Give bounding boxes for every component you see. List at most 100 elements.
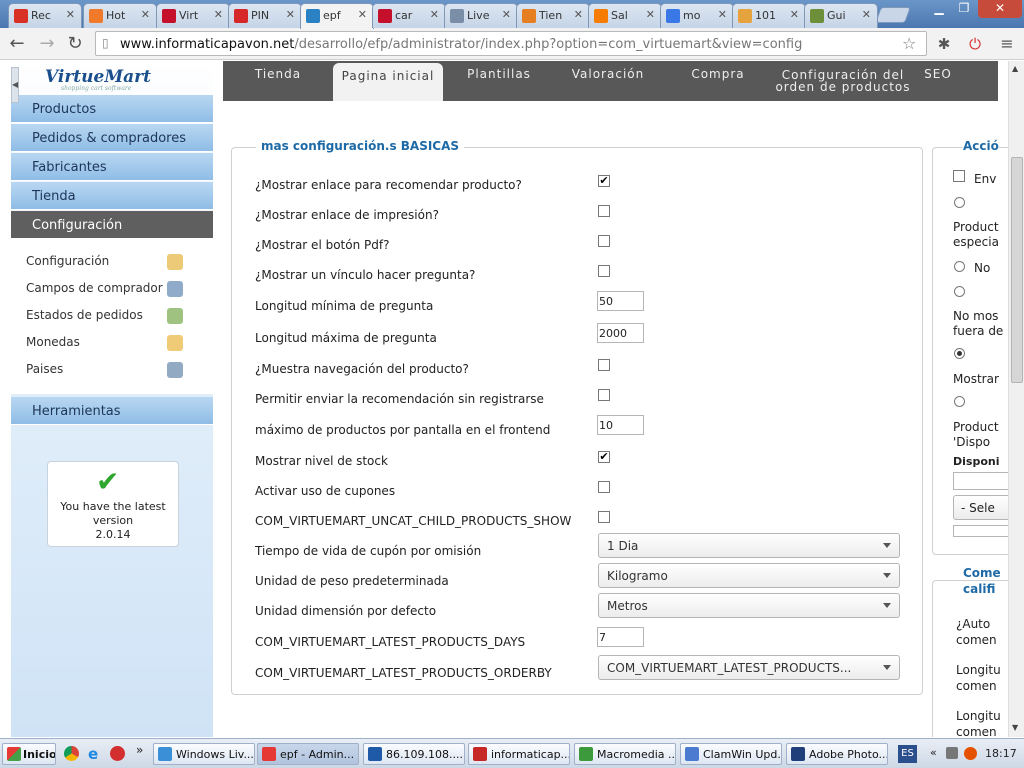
config-tab[interactable]: Valoración: [553, 61, 663, 101]
close-window-button[interactable]: ✕: [978, 0, 1022, 18]
adblock-icon[interactable]: ⏻: [964, 33, 986, 55]
scroll-down-icon[interactable]: ▼: [1012, 723, 1018, 732]
minimize-button[interactable]: ▁: [928, 0, 950, 18]
disponible-radio[interactable]: [954, 396, 965, 407]
close-tab-icon[interactable]: ✕: [358, 8, 367, 21]
close-tab-icon[interactable]: ✕: [141, 8, 150, 21]
forward-arrow-icon[interactable]: →: [36, 33, 58, 55]
config-tab[interactable]: SEO: [913, 61, 963, 101]
close-tab-icon[interactable]: ✕: [790, 8, 799, 21]
browser-tab[interactable]: Rec ✕: [8, 3, 82, 28]
menu-icon[interactable]: ≡: [996, 33, 1018, 55]
close-tab-icon[interactable]: ✕: [66, 8, 75, 21]
sidebar-menu-2[interactable]: Pedidos & compradores: [11, 124, 213, 152]
setting-checkbox[interactable]: [598, 481, 610, 493]
mostrar-radio[interactable]: [954, 348, 965, 359]
maximize-button[interactable]: ❐: [952, 0, 976, 18]
close-tab-icon[interactable]: ✕: [718, 8, 727, 21]
close-tab-icon[interactable]: ✕: [286, 8, 295, 21]
setting-checkbox[interactable]: [598, 265, 610, 277]
browser-tab[interactable]: car ✕: [372, 3, 446, 28]
quicklaunch-more-icon[interactable]: »: [136, 743, 143, 757]
config-tab[interactable]: Compra: [663, 61, 773, 101]
close-tab-icon[interactable]: ✕: [214, 8, 223, 21]
browser-tab[interactable]: Tien ✕: [516, 3, 590, 28]
submenu-item[interactable]: Paises: [11, 356, 213, 383]
setting-checkbox[interactable]: ✔: [598, 175, 610, 187]
sidebar-menu-4[interactable]: Tienda: [11, 182, 213, 210]
browser-tab[interactable]: epf ✕: [300, 3, 374, 29]
sidebar-menu-tools[interactable]: Herramientas: [11, 397, 213, 425]
submenu-item[interactable]: Monedas: [11, 329, 213, 356]
close-tab-icon[interactable]: ✕: [862, 8, 871, 21]
setting-checkbox[interactable]: [598, 359, 610, 371]
config-tab[interactable]: Configuración del orden de productos: [773, 61, 913, 101]
nomos-radio[interactable]: [954, 286, 965, 297]
bookmark-star-icon[interactable]: ☆: [902, 34, 916, 53]
sidebar-collapse-handle[interactable]: ◀: [11, 67, 19, 103]
scroll-up-icon[interactable]: ▲: [1012, 64, 1018, 73]
setting-checkbox[interactable]: ✔: [598, 451, 610, 463]
start-button[interactable]: Inicio: [2, 743, 56, 765]
setting-select[interactable]: Metros: [598, 593, 900, 618]
submenu-item[interactable]: Campos de comprador: [11, 275, 213, 302]
taskbar-item[interactable]: Adobe Photo...: [786, 743, 888, 765]
taskbar-item[interactable]: ClamWin Upd...: [680, 743, 782, 765]
config-tab[interactable]: Pagina inicial: [333, 63, 443, 101]
submenu-item[interactable]: Configuración: [11, 248, 213, 275]
config-tab[interactable]: Tienda: [223, 61, 333, 101]
scrollbar-thumb[interactable]: [1011, 157, 1023, 383]
browser-tab[interactable]: Gui ✕: [804, 3, 878, 28]
browser-tab[interactable]: Sal ✕: [588, 3, 662, 28]
ie-icon[interactable]: e: [88, 745, 98, 763]
reload-icon[interactable]: ↻: [64, 33, 86, 55]
close-tab-icon[interactable]: ✕: [574, 8, 583, 21]
taskbar-item[interactable]: Macromedia ...: [574, 743, 676, 765]
back-arrow-icon[interactable]: ←: [6, 33, 28, 55]
browser-tab[interactable]: Hot ✕: [83, 3, 157, 28]
setting-select[interactable]: COM_VIRTUEMART_LATEST_PRODUCTS...: [598, 655, 900, 680]
submenu-item[interactable]: Estados de pedidos: [11, 302, 213, 329]
setting-checkbox[interactable]: [598, 235, 610, 247]
special-radio[interactable]: [954, 197, 965, 208]
config-tab[interactable]: Plantillas: [444, 61, 554, 101]
browser-tab[interactable]: 101 ✕: [732, 3, 806, 28]
sidebar-menu-5[interactable]: Configuración: [11, 211, 213, 239]
network-icon[interactable]: [946, 747, 958, 759]
address-bar[interactable]: ▯ www.informaticapavon.net/desarrollo/ef…: [95, 31, 927, 56]
sidebar-menu-1[interactable]: Productos: [11, 95, 213, 123]
browser-tab[interactable]: mo ✕: [660, 3, 734, 28]
setting-select[interactable]: Kilogramo: [598, 563, 900, 588]
setting-input[interactable]: 50: [597, 291, 644, 311]
setting-input[interactable]: 7: [597, 627, 644, 647]
page-scrollbar[interactable]: ▲ ▼: [1008, 61, 1024, 737]
setting-checkbox[interactable]: [598, 511, 610, 523]
security-tray-icon[interactable]: [964, 747, 977, 760]
close-tab-icon[interactable]: ✕: [430, 8, 439, 21]
disponi-input[interactable]: [953, 472, 1008, 490]
setting-input[interactable]: 10: [597, 415, 644, 435]
browser-tab[interactable]: Virt ✕: [156, 3, 230, 28]
setting-checkbox[interactable]: [598, 389, 610, 401]
chrome-icon[interactable]: [64, 746, 79, 761]
setting-checkbox[interactable]: [598, 205, 610, 217]
taskbar-item[interactable]: epf - Admin...: [257, 743, 359, 765]
select-image-button[interactable]: - Sele: [953, 495, 1008, 520]
env-checkbox[interactable]: [953, 170, 965, 182]
image-path-input[interactable]: [953, 525, 1008, 537]
browser-tab[interactable]: PIN ✕: [228, 3, 302, 28]
close-tab-icon[interactable]: ✕: [502, 8, 511, 21]
extension-icon[interactable]: ✱: [933, 33, 955, 55]
taskbar-item[interactable]: informaticap...: [468, 743, 570, 765]
language-indicator[interactable]: ES: [898, 745, 917, 763]
tray-expand-icon[interactable]: «: [930, 746, 937, 759]
taskbar-item[interactable]: Windows Liv...: [153, 743, 255, 765]
sidebar-menu-3[interactable]: Fabricantes: [11, 153, 213, 181]
close-tab-icon[interactable]: ✕: [646, 8, 655, 21]
setting-input[interactable]: 2000: [597, 323, 644, 343]
browser-tab[interactable]: Live ✕: [444, 3, 518, 28]
new-tab-button[interactable]: [875, 7, 911, 23]
setting-select[interactable]: 1 Dia: [598, 533, 900, 558]
flash-icon[interactable]: [110, 746, 125, 761]
taskbar-item[interactable]: 86.109.108....: [363, 743, 465, 765]
